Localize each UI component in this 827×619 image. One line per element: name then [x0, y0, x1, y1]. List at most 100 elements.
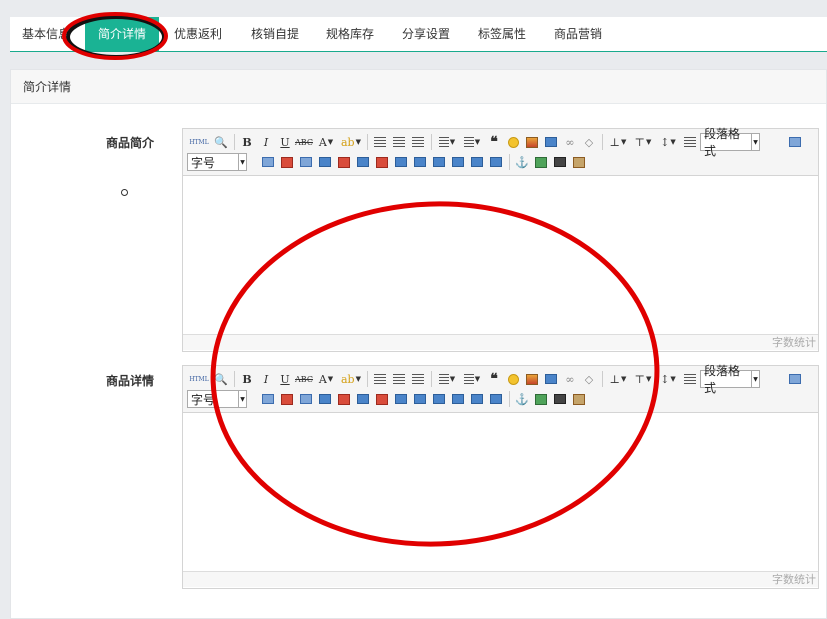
paste-icon[interactable] — [570, 153, 588, 171]
row-spacing-bottom-icon[interactable]: ⊤ ▼ — [631, 133, 655, 151]
tab-tag-attributes[interactable]: 标签属性 — [466, 17, 538, 51]
emoji-icon[interactable] — [504, 370, 522, 388]
print-icon[interactable] — [551, 153, 569, 171]
delete-row-icon[interactable] — [335, 153, 353, 171]
insert-table-icon[interactable] — [259, 153, 277, 171]
paste-icon[interactable] — [570, 390, 588, 408]
bold-icon[interactable]: B — [238, 370, 256, 388]
merge-right-icon[interactable] — [411, 153, 429, 171]
unordered-list-icon[interactable]: ▼ — [460, 370, 484, 388]
emoji-icon[interactable] — [504, 133, 522, 151]
insert-row-icon[interactable] — [316, 390, 334, 408]
italic-icon[interactable]: I — [257, 370, 275, 388]
tab-intro-detail[interactable]: 简介详情 — [85, 17, 159, 51]
align-right-icon[interactable] — [409, 370, 427, 388]
delete-row-icon[interactable] — [335, 390, 353, 408]
attachment-icon[interactable] — [532, 153, 550, 171]
underline-icon[interactable]: U — [276, 133, 294, 151]
font-size-select[interactable]: 字号 ▼ — [187, 153, 247, 171]
insert-col-icon[interactable] — [354, 390, 372, 408]
delete-col-icon[interactable] — [373, 390, 391, 408]
row-spacing-top-icon[interactable]: ⊥ ▼ — [606, 370, 630, 388]
tab-marketing[interactable]: 商品营销 — [541, 17, 615, 51]
insert-caption-icon[interactable] — [297, 153, 315, 171]
underline-icon[interactable]: U — [276, 370, 294, 388]
align-left-icon[interactable] — [371, 370, 389, 388]
image-icon[interactable] — [523, 133, 541, 151]
bold-icon[interactable]: B — [238, 133, 256, 151]
delete-table-icon[interactable] — [278, 390, 296, 408]
blockquote-icon[interactable]: ❝ — [485, 370, 503, 388]
fullscreen-icon[interactable] — [786, 370, 804, 388]
font-size-select[interactable]: 字号 ▼ — [187, 390, 247, 408]
delete-table-icon[interactable] — [278, 153, 296, 171]
word-count: 字数统计 — [183, 334, 818, 350]
split-cells-icon[interactable] — [449, 153, 467, 171]
tab-pickup[interactable]: 核销自提 — [238, 17, 312, 51]
merge-down-icon[interactable] — [430, 390, 448, 408]
ordered-list-icon[interactable]: ▼ — [435, 370, 459, 388]
eraser-icon[interactable]: ◇ — [580, 133, 598, 151]
split-rows-icon[interactable] — [468, 390, 486, 408]
merge-right-icon[interactable] — [411, 390, 429, 408]
strikethrough-icon[interactable]: ABC — [295, 133, 313, 151]
row-spacing-top-icon[interactable]: ⊥ ▼ — [606, 133, 630, 151]
split-rows-icon[interactable] — [468, 153, 486, 171]
blockquote-icon[interactable]: ❝ — [485, 133, 503, 151]
line-height-icon[interactable]: ↕ ▼ — [656, 370, 680, 388]
preview-icon[interactable]: 🔍 — [212, 133, 230, 151]
delete-col-icon[interactable] — [373, 153, 391, 171]
font-color-icon[interactable]: A ▼ — [314, 133, 338, 151]
intro-editor-body[interactable] — [183, 176, 818, 334]
strikethrough-icon[interactable]: ABC — [295, 370, 313, 388]
align-center-icon[interactable] — [390, 133, 408, 151]
tab-basic-info[interactable]: 基本信息 — [10, 17, 82, 51]
detail-editor-body[interactable] — [183, 413, 818, 571]
fullscreen-icon[interactable] — [786, 133, 804, 151]
split-cols-icon[interactable] — [487, 390, 505, 408]
video-icon[interactable] — [542, 133, 560, 151]
html-icon[interactable]: HTML — [187, 370, 211, 388]
merge-cells-icon[interactable] — [392, 153, 410, 171]
panel-title: 简介详情 — [11, 70, 826, 104]
video-icon[interactable] — [542, 370, 560, 388]
split-cols-icon[interactable] — [487, 153, 505, 171]
merge-cells-icon[interactable] — [392, 390, 410, 408]
format-match-icon[interactable] — [681, 133, 699, 151]
link-icon[interactable]: ∞ — [561, 133, 579, 151]
italic-icon[interactable]: I — [257, 133, 275, 151]
insert-col-icon[interactable] — [354, 153, 372, 171]
insert-table-icon[interactable] — [259, 390, 277, 408]
anchor-icon[interactable]: ⚓ — [513, 390, 531, 408]
font-color-icon[interactable]: A ▼ — [314, 370, 338, 388]
align-right-icon[interactable] — [409, 133, 427, 151]
paragraph-format-select[interactable]: 段落格式 ▼ — [700, 364, 760, 395]
ordered-list-icon[interactable]: ▼ — [435, 133, 459, 151]
image-icon[interactable] — [523, 370, 541, 388]
row-spacing-bottom-icon[interactable]: ⊤ ▼ — [631, 370, 655, 388]
eraser-icon[interactable]: ◇ — [580, 370, 598, 388]
link-icon[interactable]: ∞ — [561, 370, 579, 388]
insert-row-icon[interactable] — [316, 153, 334, 171]
highlight-icon[interactable]: ab ▼ — [339, 370, 363, 388]
intro-label: 商品简介 — [106, 136, 155, 150]
anchor-icon[interactable]: ⚓ — [513, 153, 531, 171]
format-match-icon[interactable] — [681, 370, 699, 388]
paragraph-format-select[interactable]: 段落格式 ▼ — [700, 127, 760, 158]
unordered-list-icon[interactable]: ▼ — [460, 133, 484, 151]
tab-spec-stock[interactable]: 规格库存 — [314, 17, 386, 51]
insert-caption-icon[interactable] — [297, 390, 315, 408]
print-icon[interactable] — [551, 390, 569, 408]
split-cells-icon[interactable] — [449, 390, 467, 408]
preview-icon[interactable]: 🔍 — [212, 370, 230, 388]
highlight-icon[interactable]: ab ▼ — [339, 133, 363, 151]
line-height-icon[interactable]: ↕ ▼ — [656, 133, 680, 151]
merge-down-icon[interactable] — [430, 153, 448, 171]
align-left-icon[interactable] — [371, 133, 389, 151]
html-icon[interactable]: HTML — [187, 133, 211, 151]
tab-discount-rebate[interactable]: 优惠返利 — [162, 17, 234, 51]
attachment-icon[interactable] — [532, 390, 550, 408]
detail-label: 商品详情 — [106, 374, 155, 388]
align-center-icon[interactable] — [390, 370, 408, 388]
tab-share-settings[interactable]: 分享设置 — [390, 17, 462, 51]
